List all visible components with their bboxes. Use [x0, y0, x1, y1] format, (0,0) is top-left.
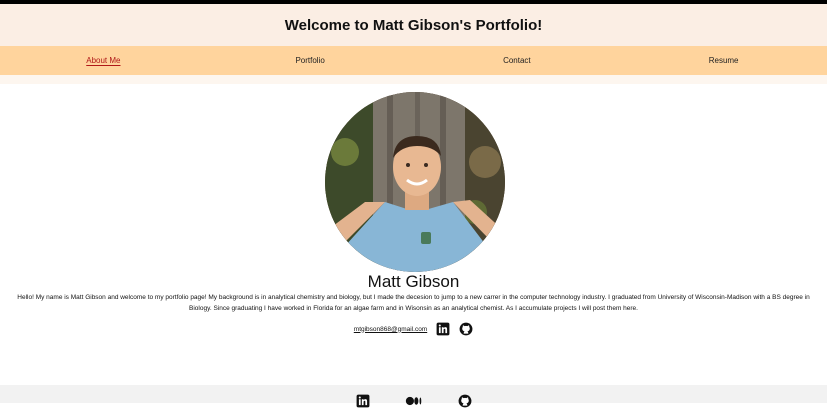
footer-social-links — [0, 394, 827, 408]
profile-photo — [325, 92, 505, 272]
nav-link-portfolio[interactable]: Portfolio — [207, 56, 414, 65]
contact-row: mtgibson868@gmail.com — [0, 322, 827, 336]
medium-icon[interactable] — [404, 394, 424, 408]
page-header: Welcome to Matt Gibson's Portfolio! — [0, 4, 827, 46]
page-footer — [0, 385, 827, 408]
nav-divider — [0, 75, 827, 84]
linkedin-icon[interactable] — [356, 394, 370, 408]
github-icon[interactable] — [459, 322, 473, 336]
main-nav: About Me Portfolio Contact Resume — [0, 46, 827, 75]
profile-name: Matt Gibson — [367, 272, 460, 291]
email-link[interactable]: mtgibson868@gmail.com — [354, 326, 427, 333]
linkedin-icon[interactable] — [436, 322, 450, 336]
profile-bio: Hello! My name is Matt Gibson and welcom… — [17, 294, 810, 312]
nav-link-contact[interactable]: Contact — [414, 56, 621, 65]
nav-link-about-me[interactable]: About Me — [0, 56, 207, 65]
nav-link-resume[interactable]: Resume — [620, 56, 827, 65]
page-title: Welcome to Matt Gibson's Portfolio! — [284, 16, 543, 34]
github-icon[interactable] — [458, 394, 472, 408]
